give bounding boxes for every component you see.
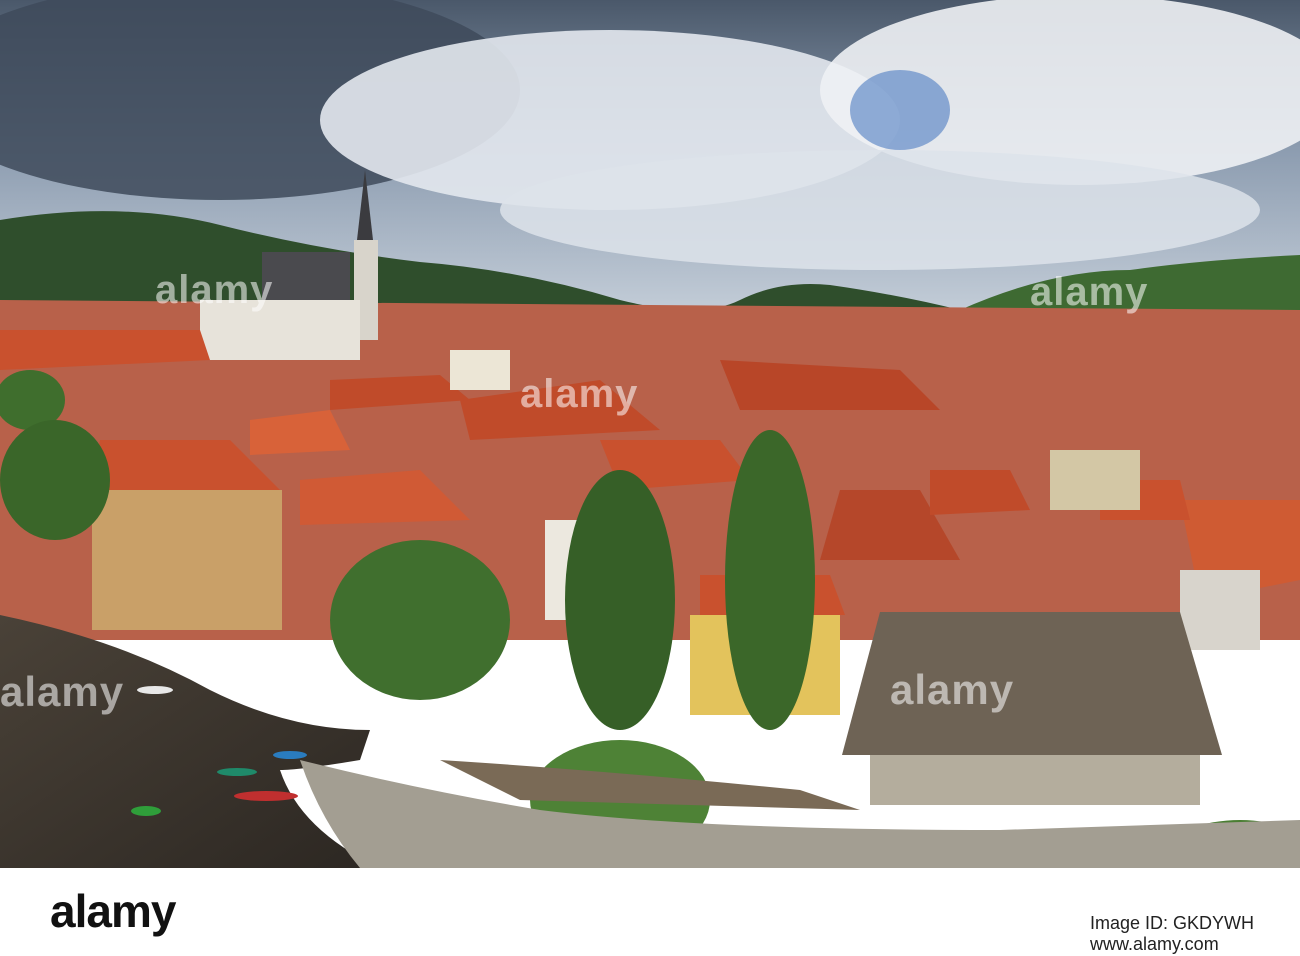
church-walls	[200, 300, 360, 360]
brand-logo: alamy	[50, 885, 176, 937]
photo-scene	[0, 0, 1300, 868]
barn-wall	[870, 755, 1200, 805]
stock-photo: alamy alamy alamy alamy alamy alamy Imag…	[0, 0, 1300, 956]
blue-sky-patch	[850, 70, 950, 150]
image-id: Image ID: GKDYWH	[1090, 913, 1255, 933]
cloud	[500, 150, 1260, 270]
barn-roof	[842, 612, 1222, 755]
river	[0, 615, 380, 868]
site-url: www.alamy.com	[1090, 934, 1219, 954]
town-photograph: alamy alamy alamy alamy alamy	[0, 0, 1300, 868]
